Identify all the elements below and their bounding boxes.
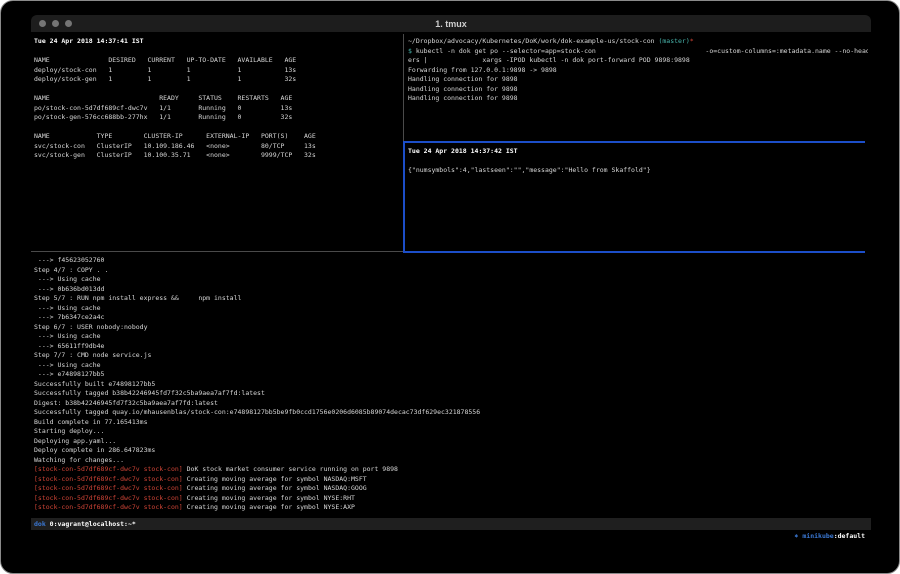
- window-title: 1. tmux: [31, 19, 871, 29]
- screenshot-frame: 1. tmux Tue 24 Apr 2018 14:37:41 IST NAM…: [0, 0, 900, 574]
- pane-border-horizontal-active-top: [403, 141, 865, 143]
- status-left: dok 0:vagrant@localhost:~*: [31, 518, 136, 530]
- pane-kubectl-resources[interactable]: Tue 24 Apr 2018 14:37:41 IST NAME DESIRE…: [34, 37, 402, 251]
- kube-namespace: :default: [834, 532, 865, 540]
- pane-border-horizontal-active-bottom: [403, 251, 865, 253]
- pane-border-vertical-inactive: [403, 34, 404, 141]
- pane-border-horizontal-inactive: [31, 251, 403, 252]
- kube-context: minikube: [802, 532, 833, 540]
- status-right: ⎈ minikube:default: [763, 518, 871, 530]
- window-titlebar[interactable]: 1. tmux: [31, 15, 871, 32]
- pane-port-forward-shell[interactable]: ~/Dropbox/advocacy/Kubernetes/DoK/work/d…: [408, 37, 868, 139]
- pane-skaffold-build-log[interactable]: ---> f45623052760Step 4/7 : COPY . . ---…: [34, 256, 868, 516]
- session-name[interactable]: dok: [34, 518, 46, 530]
- pane-border-vertical-active: [403, 141, 405, 252]
- terminal-window: 1. tmux Tue 24 Apr 2018 14:37:41 IST NAM…: [31, 15, 871, 561]
- tmux-status-bar: dok 0:vagrant@localhost:~* ⎈ minikube:de…: [31, 518, 871, 530]
- window-list-item[interactable]: 0:vagrant@localhost:~*: [50, 518, 136, 530]
- pane-watch-output-active[interactable]: Tue 24 Apr 2018 14:37:42 IST {"numsymbol…: [408, 147, 868, 249]
